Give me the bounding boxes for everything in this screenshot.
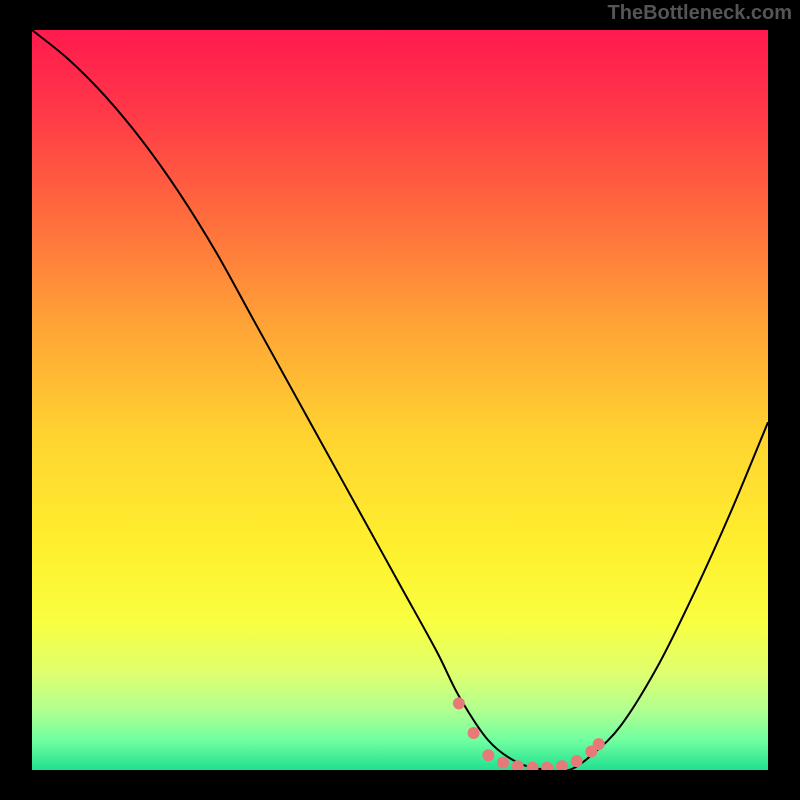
plot-area	[32, 30, 768, 770]
highlight-point	[541, 762, 553, 770]
highlight-point	[526, 762, 538, 770]
watermark: TheBottleneck.com	[608, 2, 792, 25]
chart-container: TheBottleneck.com	[0, 0, 800, 800]
highlight-point	[571, 755, 583, 767]
highlight-point	[556, 760, 568, 770]
highlight-point	[512, 760, 524, 770]
highlight-point	[497, 757, 509, 769]
highlight-point	[453, 697, 465, 709]
bottleneck-curve	[32, 30, 768, 770]
highlight-point	[593, 738, 605, 750]
chart-svg	[32, 30, 768, 770]
highlight-point	[468, 727, 480, 739]
highlight-markers	[453, 697, 605, 770]
highlight-point	[482, 749, 494, 761]
